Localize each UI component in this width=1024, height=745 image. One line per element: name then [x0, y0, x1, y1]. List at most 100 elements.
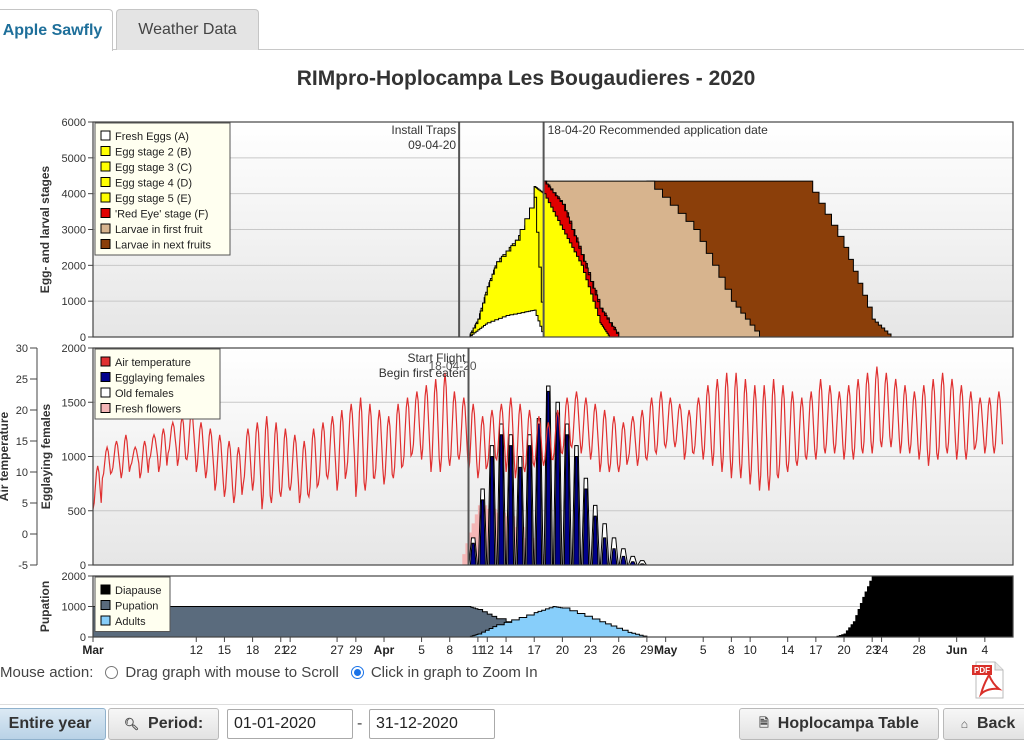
hoplocampa-table-label: Hoplocampa Table	[777, 715, 919, 732]
x-tick-label: 15	[218, 643, 232, 657]
egglaying-tick-label: 1500	[62, 397, 86, 409]
date-separator: -	[357, 715, 363, 732]
x-tick-label: 20	[837, 643, 851, 657]
x-tick-label: 17	[528, 643, 542, 657]
legend-label: Egg stage 2 (B)	[115, 147, 191, 159]
x-tick-label: May	[654, 643, 678, 657]
y-tick-label: 2000	[62, 571, 86, 583]
radio-zoom[interactable]	[350, 666, 364, 679]
annotation-install-traps: Install Traps	[391, 123, 456, 137]
legend-swatch	[100, 192, 111, 203]
home-icon: ⌂	[960, 717, 968, 731]
x-tick-label: 23	[584, 643, 598, 657]
legend-label: Egg stage 5 (E)	[115, 193, 191, 205]
x-tick-label: 20	[556, 643, 570, 657]
x-tick-label: 14	[499, 643, 513, 657]
temp-tick-label: 5	[22, 498, 28, 510]
x-tick-label: 29	[349, 643, 363, 657]
y-tick-label: 2000	[62, 260, 86, 272]
legend-label: Adults	[115, 616, 146, 628]
legend-swatch	[100, 615, 111, 626]
to-date-input[interactable]	[369, 709, 495, 739]
legend-label: Fresh Eggs (A)	[115, 131, 189, 143]
legend-pupation: Diapause Pupation Adults	[94, 576, 171, 632]
y-axis-title-egg-stages: Egg- and larval stages	[38, 165, 52, 293]
legend-swatch	[100, 130, 111, 141]
x-tick-label: 29	[640, 643, 654, 657]
egglaying-tick-label: 500	[68, 506, 86, 518]
radio-zoom-label[interactable]: Click in graph to Zoom In	[371, 664, 538, 681]
back-button[interactable]: ⌂ Back	[943, 708, 1024, 740]
mouse-action-row: Mouse action: Drag graph with mouse to S…	[0, 664, 538, 681]
temp-tick-label: 20	[16, 405, 28, 417]
period-label: Period:	[148, 715, 204, 732]
x-tick-label: 4	[981, 643, 988, 657]
legend-label: Larvae in first fruit	[115, 224, 202, 236]
legend-label: Fresh flowers	[115, 404, 182, 416]
egglaying-tick-label: 0	[80, 560, 86, 572]
legend-swatch	[100, 387, 111, 398]
x-tick-label: Apr	[374, 643, 395, 657]
x-tick-label: 8	[728, 643, 735, 657]
y-tick-label: 4000	[62, 189, 86, 201]
annotation-application-date: 18-04-20 Recommended application date	[548, 123, 768, 137]
temp-tick-label: 25	[16, 374, 28, 386]
x-tick-label: 8	[446, 643, 453, 657]
entire-year-button[interactable]: Entire year	[0, 708, 106, 740]
x-tick-label: 5	[418, 643, 425, 657]
chart-area[interactable]: 0100020003000400050006000010002000-50510…	[0, 0, 1024, 660]
legend-swatch	[100, 208, 111, 218]
legend-label: 'Red Eye' stage (F)	[115, 209, 208, 221]
legend-label: Old females	[115, 388, 174, 400]
x-tick-label: 28	[912, 643, 926, 657]
legend-swatch	[100, 584, 111, 595]
egglaying-tick-label: 1000	[62, 452, 86, 464]
mouse-action-label: Mouse action:	[0, 664, 94, 681]
y-tick-label: 1000	[62, 602, 86, 614]
period-button[interactable]: 🔍︎ Period:	[108, 708, 219, 740]
legend-label: Air temperature	[115, 357, 191, 369]
temp-tick-label: -5	[18, 560, 28, 572]
legend-swatch	[100, 177, 111, 187]
x-tick-label: 22	[283, 643, 297, 657]
temp-tick-label: 30	[16, 343, 28, 355]
document-icon: 🗎︎	[759, 715, 769, 730]
temp-tick-label: 0	[22, 529, 28, 541]
hoplocampa-table-button[interactable]: 🗎︎ Hoplocampa Table	[739, 708, 939, 740]
legend-label: Larvae in next fruits	[115, 240, 211, 252]
legend-swatch	[100, 372, 111, 382]
x-tick-label: 17	[809, 643, 823, 657]
y-axis-title-pupation: Pupation	[38, 581, 52, 632]
radio-scroll-label[interactable]: Drag graph with mouse to Scroll	[125, 664, 338, 681]
entire-year-label: Entire year	[8, 715, 92, 732]
x-tick-label: Mar	[82, 643, 104, 657]
from-date-input[interactable]	[227, 709, 353, 739]
x-tick-label: 27	[330, 643, 344, 657]
x-tick-label: 18	[246, 643, 260, 657]
temp-tick-label: 10	[16, 467, 28, 479]
legend-swatch	[100, 356, 111, 367]
legend-swatch	[100, 600, 111, 610]
x-tick-label: 5	[700, 643, 707, 657]
y-tick-label: 5000	[62, 153, 86, 165]
legend-swatch	[100, 403, 111, 413]
annotation-date-overlap: 18-04-20	[429, 359, 477, 373]
legend-egg-stages: Fresh Eggs (A) Egg stage 2 (B) Egg stage 3…	[94, 122, 231, 256]
pdf-icon-label: PDF	[974, 666, 990, 675]
y-tick-label: 3000	[62, 225, 86, 237]
legend-label: Pupation	[115, 601, 158, 613]
x-tick-label: 12	[190, 643, 204, 657]
legend-label: Egglaying females	[115, 373, 205, 385]
bottom-toolbar: Entire year 🔍︎ Period: - 🗎︎ Hoplocampa T…	[0, 704, 1024, 745]
x-tick-label: 14	[781, 643, 795, 657]
annotation-install-traps-date: 09-04-20	[408, 138, 456, 152]
y-axis-title-air-temperature: Air temperature	[0, 412, 11, 502]
pdf-file-icon[interactable]: PDF	[972, 661, 1006, 699]
radio-scroll[interactable]	[105, 666, 119, 679]
x-tick-label: Jun	[946, 643, 967, 657]
back-label: Back	[977, 715, 1016, 732]
legend-label: Diapause	[115, 585, 161, 597]
legend-swatch	[100, 239, 111, 249]
temp-tick-label: 15	[16, 436, 28, 448]
legend-swatch	[100, 223, 111, 234]
